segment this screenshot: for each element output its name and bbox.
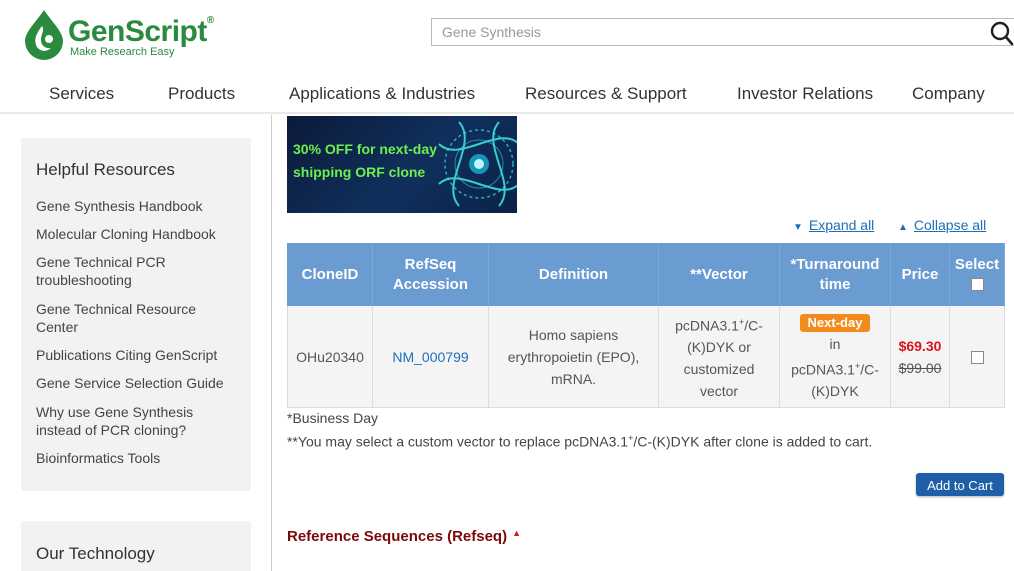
custom-vector-note-suffix: /C-(K)DYK after clone is added to cart. [633, 433, 873, 450]
link-why-gene-synthesis[interactable]: Why use Gene Synthesis instead of PCR cl… [36, 403, 211, 439]
cell-definition: Homo sapiens erythropoietin (EPO), mRNA. [488, 305, 659, 408]
cell-turnaround: Next-day in pcDNA3.1+/C-(K)DYK [779, 305, 891, 408]
price-original: $99.00 [898, 359, 942, 376]
col-turnaround-line1: *Turnaround [790, 255, 880, 273]
content-divider [271, 115, 272, 571]
clone-table: CloneID RefSeq Accession Definition **Vec… [287, 243, 1005, 408]
nav-divider [0, 112, 1014, 114]
banner-text: 30% OFF for next-day shipping ORF clone [293, 138, 437, 184]
triangle-down-icon: ▼ [793, 222, 803, 233]
collapse-all-label: Collapse all [913, 217, 987, 233]
link-pcr-troubleshooting[interactable]: Gene Technical PCR troubleshooting [36, 253, 211, 289]
expand-all-link[interactable]: ▼ Expand all [793, 217, 874, 233]
col-refseq-accession: RefSeq Accession [372, 243, 489, 306]
promo-banner[interactable]: 30% OFF for next-day shipping ORF clone [287, 116, 517, 213]
turnaround-in: in [829, 335, 841, 352]
price-current: $69.30 [898, 337, 942, 354]
logo-drop-icon [25, 10, 63, 60]
col-price: Price [890, 243, 950, 306]
nav-company[interactable]: Company [912, 84, 985, 104]
refseq-heading[interactable]: Reference Sequences (Refseq) ▲ [287, 528, 521, 545]
nav-applications-industries[interactable]: Applications & Industries [289, 84, 475, 104]
col-turnaround-line2: time [819, 275, 851, 293]
cell-vector: pcDNA3.1+/C-(K)DYK or customized vector [658, 305, 780, 408]
turnaround-vector: pcDNA3.1 [791, 361, 855, 378]
col-select: Select [949, 243, 1005, 306]
table-row: OHu20340 NM_000799 Homo sapiens erythrop… [287, 305, 1005, 408]
accession-link[interactable]: NM_000799 [392, 349, 468, 365]
cell-select [949, 305, 1005, 408]
our-technology-panel: Our Technology [21, 521, 251, 571]
search-box [431, 18, 1014, 46]
genscript-logo[interactable]: GenScript® Make Research Easy [22, 8, 222, 60]
add-to-cart-button[interactable]: Add to Cart [916, 473, 1004, 496]
main-nav: Services Products Applications & Industr… [0, 80, 1014, 108]
brand-tagline: Make Research Easy [70, 46, 175, 58]
table-header-row: CloneID RefSeq Accession Definition **Vec… [287, 243, 1005, 306]
col-refseq-line2: Accession [392, 275, 469, 293]
nav-services[interactable]: Services [49, 84, 114, 104]
search-icon[interactable] [990, 20, 1014, 46]
nav-resources-support[interactable]: Resources & Support [525, 84, 687, 104]
business-day-note: *Business Day [287, 410, 379, 426]
banner-line-2: shipping ORF clone [293, 164, 426, 180]
custom-vector-note-text: **You may select a custom vector to repl… [287, 433, 629, 450]
banner-line-1: 30% OFF for next-day [293, 141, 437, 157]
expand-all-label: Expand all [808, 217, 875, 233]
our-technology-title: Our Technology [36, 544, 155, 563]
link-bioinformatics-tools[interactable]: Bioinformatics Tools [36, 449, 241, 467]
link-molecular-cloning-handbook[interactable]: Molecular Cloning Handbook [36, 225, 241, 243]
search-input[interactable] [432, 19, 992, 45]
select-all-checkbox[interactable] [970, 278, 984, 292]
helpful-resources-panel: Helpful Resources Gene Synthesis Handboo… [21, 138, 251, 491]
custom-vector-note: **You may select a custom vector to repl… [287, 433, 872, 450]
link-publications-citing[interactable]: Publications Citing GenScript [36, 346, 241, 364]
col-clone-id: CloneID [287, 243, 373, 306]
col-refseq-line1: RefSeq [404, 255, 457, 273]
link-technical-resource-center[interactable]: Gene Technical Resource Center [36, 300, 211, 336]
nav-products[interactable]: Products [168, 84, 235, 104]
nav-investor-relations[interactable]: Investor Relations [737, 84, 873, 104]
refseq-heading-label: Reference Sequences (Refseq) [287, 528, 508, 545]
cell-clone-id: OHu20340 [287, 305, 373, 408]
next-day-badge: Next-day [799, 313, 871, 332]
cell-accession: NM_000799 [372, 305, 489, 408]
vector-name: pcDNA3.1 [675, 317, 739, 334]
col-vector: **Vector [658, 243, 780, 306]
col-select-label: Select [954, 255, 1000, 273]
link-gene-synthesis-handbook[interactable]: Gene Synthesis Handbook [36, 197, 241, 215]
collapse-all-link[interactable]: ▲ Collapse all [898, 217, 986, 233]
col-turnaround: *Turnaround time [779, 243, 891, 306]
link-service-selection-guide[interactable]: Gene Service Selection Guide [36, 374, 241, 392]
cell-price: $69.30 $99.00 [890, 305, 950, 408]
triangle-up-icon: ▲ [898, 222, 908, 233]
col-definition: Definition [488, 243, 659, 306]
row-select-checkbox[interactable] [970, 351, 984, 365]
helpful-resources-title: Helpful Resources [36, 160, 175, 179]
brand-name: GenScript® [68, 15, 214, 48]
caret-up-icon: ▲ [512, 528, 522, 538]
